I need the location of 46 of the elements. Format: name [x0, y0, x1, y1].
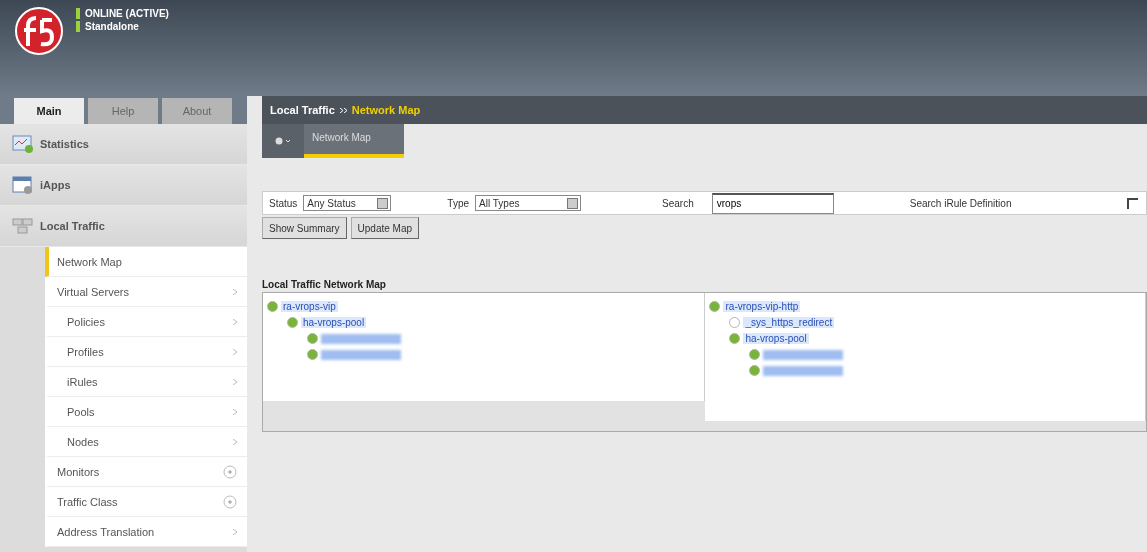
chart-icon	[12, 134, 34, 154]
chevron-icon	[233, 288, 237, 295]
node-link[interactable]: ra-vrops-vip	[281, 301, 338, 312]
breadcrumb-current: Network Map	[351, 104, 421, 116]
search-field[interactable]: vrops	[711, 192, 834, 214]
menu-item[interactable]: Nodes	[45, 427, 247, 457]
node-link[interactable]: _sys_https_redirect	[743, 317, 835, 328]
logo-icon	[14, 6, 64, 56]
menu-item[interactable]: iRules	[45, 367, 247, 397]
menu-item[interactable]: Address Translation	[45, 517, 247, 547]
double-chevron-icon	[339, 107, 347, 113]
node-link[interactable]: ha-vrops-pool	[301, 317, 367, 328]
section-label[interactable]: Local Traffic	[40, 220, 105, 232]
menu-item[interactable]: Virtual Servers	[45, 277, 247, 307]
map-title: Local Traffic Network Map	[262, 279, 387, 290]
filter-label: Search	[661, 197, 695, 209]
node-link[interactable]: ra-vrops-vip-http	[723, 301, 801, 312]
nav-tab[interactable]: Main	[14, 98, 84, 124]
status-text: Standalone	[76, 21, 169, 32]
action-button[interactable]: Show Summary	[262, 217, 347, 239]
sub-tab[interactable]: Network Map	[304, 124, 404, 158]
menu-item[interactable]: Traffic Class	[45, 487, 247, 517]
type-select[interactable]: All Types	[475, 195, 582, 211]
menu-item[interactable]: Monitors	[45, 457, 247, 487]
menu-item[interactable]: Network Map	[45, 247, 247, 277]
menu-item[interactable]: Profiles	[45, 337, 247, 367]
servers-icon	[12, 216, 34, 236]
chevron-icon	[233, 528, 237, 535]
status-select[interactable]: Any Status	[303, 195, 392, 211]
chevron-icon	[233, 378, 237, 385]
chevron-icon	[233, 318, 237, 325]
chevron-icon	[233, 438, 237, 445]
menu-item[interactable]: Pools	[45, 397, 247, 427]
chevron-icon	[233, 348, 237, 355]
section-label[interactable]: iApps	[40, 179, 71, 191]
filter-label: Status	[268, 197, 299, 209]
window-icon	[12, 175, 34, 195]
action-button[interactable]: Update Map	[350, 217, 420, 239]
filter-label: Search iRule Definition	[908, 197, 1013, 209]
filter-label: Type	[446, 197, 471, 209]
chevron-icon	[233, 408, 237, 415]
node-link[interactable]: ha-vrops-pool	[743, 333, 809, 344]
status-text: ONLINE (ACTIVE)	[76, 8, 169, 19]
breadcrumb-item[interactable]: Local Traffic	[270, 104, 335, 116]
menu-item[interactable]: Policies	[45, 307, 247, 337]
section-label[interactable]: Statistics	[40, 138, 89, 150]
